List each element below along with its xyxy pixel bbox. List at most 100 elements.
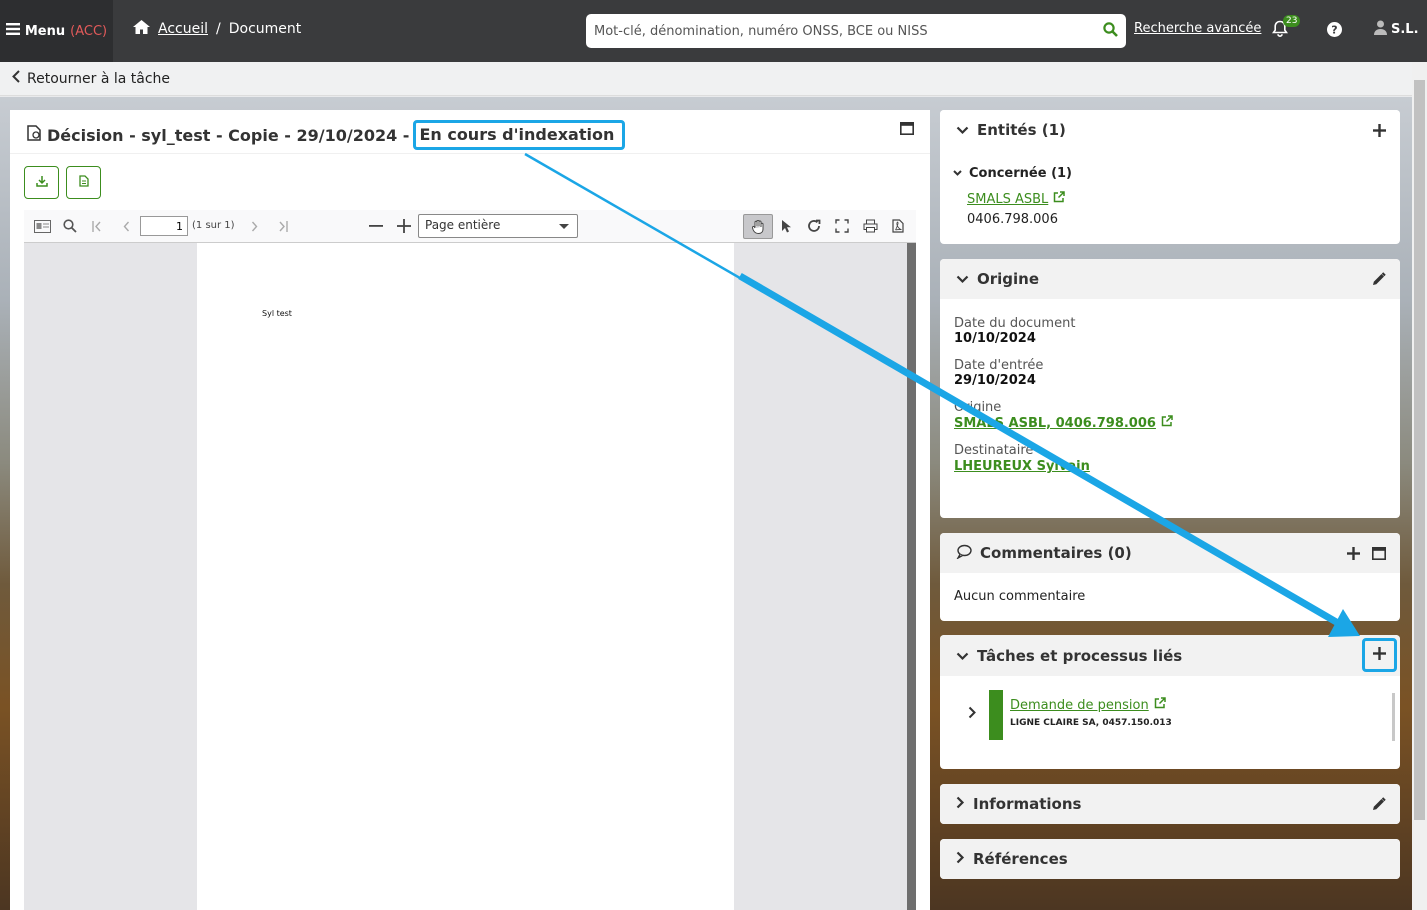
download-button[interactable] (24, 166, 59, 199)
chevron-down-icon (956, 647, 969, 665)
linked-tasks-title: Tâches et processus liés (977, 646, 1183, 665)
user-icon (1374, 20, 1387, 39)
external-link-icon[interactable] (1154, 697, 1166, 713)
find-icon[interactable] (60, 216, 80, 236)
chevron-right-icon[interactable] (968, 706, 976, 723)
entities-header[interactable]: Entités (1) (940, 110, 1400, 150)
entities-title: Entités (1) (977, 121, 1066, 139)
sidebar-toggle-icon[interactable] (32, 216, 52, 236)
linked-task-subtitle: LIGNE CLAIRE SA, 0457.150.013 (1010, 718, 1172, 728)
origin-link[interactable]: SMALS ASBL, 0406.798.006 (954, 416, 1156, 431)
menu-button[interactable]: Menu (ACC) (0, 0, 113, 62)
linked-tasks-header[interactable]: Tâches et processus liés (940, 635, 1400, 676)
search-box (586, 14, 1126, 48)
page-number-input[interactable] (140, 216, 188, 236)
help-icon[interactable]: ? (1327, 22, 1342, 41)
window-maximize-icon[interactable] (1372, 546, 1386, 564)
zoom-select[interactable]: Page entière (418, 214, 578, 238)
entity-group-concerned[interactable]: Concernée (1) (953, 166, 1072, 181)
breadcrumb: Accueil / Document (133, 20, 301, 38)
add-comment-icon[interactable] (1347, 546, 1360, 564)
page-count-label: (1 sur 1) (192, 220, 235, 231)
advanced-search-link[interactable]: Recherche avancée (1134, 21, 1261, 36)
first-page-icon[interactable] (88, 216, 108, 236)
entities-card: Entités (1) Concernée (1) SMALS ASBL 040… (940, 110, 1400, 244)
window-maximize-icon[interactable] (900, 122, 914, 139)
page-scrollbar[interactable] (1412, 62, 1427, 910)
references-card: Références (940, 839, 1400, 879)
pdf-page-text: Syl test (262, 309, 292, 318)
plus-icon (1373, 646, 1386, 664)
back-to-task-label: Retourner à la tâche (27, 70, 171, 87)
origin-card: Origine Date du document 10/10/2024 Date… (940, 259, 1400, 518)
zoom-out-icon[interactable] (366, 216, 386, 236)
notification-count-badge: 23 (1283, 15, 1301, 27)
hand-tool-button[interactable] (743, 214, 773, 239)
entity-group-title: Concernée (1) (969, 166, 1073, 181)
pdf-download-icon[interactable] (888, 216, 908, 236)
last-page-icon[interactable] (272, 216, 292, 236)
hand-icon (748, 217, 768, 237)
origin-field-label: Origine (954, 400, 1002, 415)
references-title: Références (973, 850, 1068, 868)
comments-empty-text: Aucun commentaire (954, 589, 1086, 604)
sub-header-bar: Retourner à la tâche (0, 62, 1427, 96)
chevron-down-icon (956, 121, 969, 139)
document-status: En cours d'indexation (413, 120, 626, 150)
task-status-bar (989, 690, 1003, 740)
breadcrumb-current: Document (228, 21, 302, 37)
linked-task-link[interactable]: Demande de pension (1010, 698, 1149, 713)
external-link-icon[interactable] (1161, 415, 1173, 431)
zoom-select-value: Page entière (425, 218, 501, 232)
entry-date-value: 29/10/2024 (954, 373, 1036, 388)
zoom-in-icon[interactable] (394, 216, 414, 236)
previous-page-icon[interactable] (116, 216, 136, 236)
origin-title: Origine (977, 270, 1040, 288)
add-linked-task-button[interactable] (1362, 638, 1397, 672)
search-icon[interactable] (1103, 21, 1118, 41)
edit-origin-icon[interactable] (1372, 272, 1386, 290)
pdf-viewer-area[interactable]: Syl test (24, 243, 916, 910)
comments-header[interactable]: Commentaires (0) (940, 533, 1400, 573)
fullscreen-icon[interactable] (832, 216, 852, 236)
chevron-down-icon (559, 224, 569, 229)
next-page-icon[interactable] (245, 216, 265, 236)
entry-date-label: Date d'entrée (954, 358, 1044, 373)
entity-link[interactable]: SMALS ASBL (967, 192, 1048, 207)
document-title-text: Décision - syl_test - Copie - 29/10/2024… (47, 125, 410, 145)
document-icon (27, 125, 41, 145)
back-to-task-link[interactable]: Retourner à la tâche (12, 70, 170, 87)
chevron-left-icon (12, 70, 20, 87)
home-icon (133, 20, 150, 38)
chevron-right-icon (956, 795, 965, 813)
pdf-scrollbar[interactable] (907, 243, 916, 910)
edit-informations-icon[interactable] (1372, 797, 1386, 815)
svg-text:?: ? (1331, 24, 1337, 37)
recipient-link[interactable]: LHEUREUX Sylvain (954, 459, 1090, 474)
references-header[interactable]: Références (940, 839, 1400, 879)
rotate-icon[interactable] (804, 216, 824, 236)
document-date-label: Date du document (954, 316, 1076, 331)
origin-header[interactable]: Origine (940, 259, 1400, 299)
chevron-down-small-icon (953, 166, 962, 181)
hamburger-icon (5, 23, 20, 39)
document-details-button[interactable] (66, 166, 101, 199)
add-entity-icon[interactable] (1373, 123, 1386, 141)
download-icon (35, 175, 48, 191)
comments-title: Commentaires (0) (980, 544, 1132, 562)
entity-number: 0406.798.006 (967, 212, 1058, 227)
user-menu[interactable]: S.L. (1374, 20, 1419, 39)
search-input[interactable] (594, 23, 1103, 39)
informations-card: Informations (940, 784, 1400, 824)
external-link-icon[interactable] (1053, 191, 1066, 207)
comments-card: Commentaires (0) Aucun commentaire (940, 533, 1400, 621)
tasks-scrollbar[interactable] (1392, 693, 1395, 741)
linked-tasks-card: Tâches et processus liés Demande de pens… (940, 635, 1400, 769)
breadcrumb-home-link[interactable]: Accueil (158, 21, 208, 37)
chevron-down-icon (956, 270, 969, 288)
informations-header[interactable]: Informations (940, 784, 1400, 824)
menu-env-label: (ACC) (70, 23, 108, 39)
document-panel: Décision - syl_test - Copie - 29/10/2024… (10, 110, 930, 910)
cursor-select-icon[interactable] (776, 216, 796, 236)
print-icon[interactable] (860, 216, 880, 236)
